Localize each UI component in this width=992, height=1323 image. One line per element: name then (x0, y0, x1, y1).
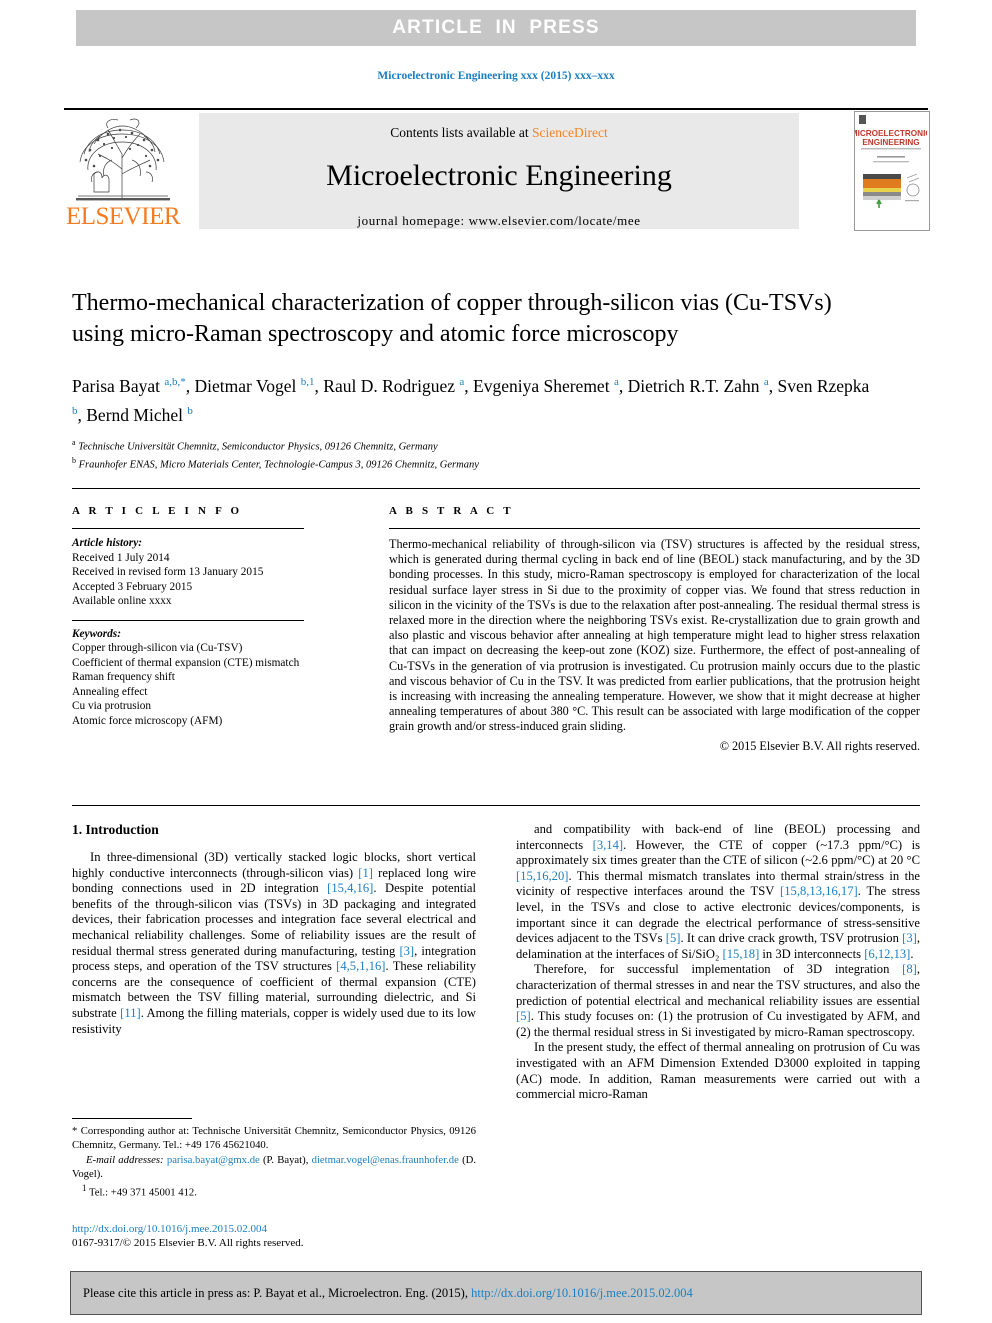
footnote-rule (72, 1118, 192, 1119)
article-info-heading: A R T I C L E I N F O (72, 505, 243, 517)
affiliation-b: b Fraunhofer ENAS, Micro Materials Cente… (72, 455, 479, 471)
email-link-1[interactable]: parisa.bayat@gmx.de (167, 1154, 260, 1166)
elsevier-wordmark: ELSEVIER (65, 203, 181, 230)
keyword-item: Coefficient of thermal expansion (CTE) m… (72, 656, 300, 669)
corresponding-author-note: * Corresponding author at: Technische Un… (72, 1125, 476, 1151)
svg-text:MICROELECTRONIC: MICROELECTRONIC (855, 129, 927, 138)
history-item: Received 1 July 2014 (72, 551, 170, 564)
keyword-item: Copper through-silicon via (Cu-TSV) (72, 642, 243, 654)
article-in-press-label: ARTICLE IN PRESS (392, 17, 600, 38)
keyword-item: Annealing effect (72, 685, 148, 698)
footer-citation-text: Please cite this article in press as: P.… (71, 1286, 693, 1301)
keyword-item: Atomic force microscopy (AFM) (72, 714, 223, 727)
article-page: ARTICLE IN PRESS Microelectronic Enginee… (0, 0, 992, 1323)
email-owner-1: (P. Bayat), (263, 1154, 309, 1166)
telephone-text: Tel.: +49 371 45001 412. (88, 1186, 197, 1199)
doi-block: http://dx.doi.org/10.1016/j.mee.2015.02.… (72, 1222, 492, 1250)
cover-artwork: MICROELECTRONIC ENGINEERING (855, 112, 929, 228)
affiliation-a: a Technische Universität Chemnitz, Semic… (72, 437, 438, 453)
journal-homepage-line[interactable]: journal homepage: www.elsevier.com/locat… (199, 213, 799, 229)
article-in-press-banner: ARTICLE IN PRESS (76, 10, 916, 46)
paragraph: In the present study, the effect of ther… (516, 1040, 920, 1102)
body-right-column: and compatibility with back-end of line … (516, 822, 920, 1103)
telephone-note: 1 Tel.: +49 371 45001 412. (72, 1182, 476, 1200)
keywords-block: Keywords: Copper through-silicon via (Cu… (72, 627, 304, 729)
footer-citation-bar: Please cite this article in press as: P.… (70, 1271, 922, 1315)
citation-doi-link[interactable]: http://dx.doi.org/10.1016/j.mee.2015.02.… (471, 1286, 693, 1300)
article-history-title: Article history: (72, 537, 142, 549)
info-abstract-region: A R T I C L E I N F O Article history: R… (72, 488, 920, 753)
keywords-title: Keywords: (72, 627, 121, 640)
paragraph: Therefore, for successful implementation… (516, 962, 920, 1039)
title-block: Thermo-mechanical characterization of co… (72, 288, 872, 472)
abstract-copyright: © 2015 Elsevier B.V. All rights reserved… (719, 738, 920, 753)
page-title: Thermo-mechanical characterization of co… (72, 290, 832, 347)
keyword-item: Cu via protrusion (72, 700, 152, 712)
section-heading-introduction: 1. Introduction (72, 822, 159, 837)
journal-cover-thumbnail: MICROELECTRONIC ENGINEERING (854, 111, 930, 231)
contents-prefix: Contents lists available at (390, 125, 532, 140)
svg-text:ENGINEERING: ENGINEERING (862, 138, 919, 147)
doi-link[interactable]: http://dx.doi.org/10.1016/j.mee.2015.02.… (72, 1222, 492, 1236)
abstract-rule (389, 528, 920, 529)
journal-title: Microelectronic Engineering (326, 159, 672, 192)
journal-citation-line: Microelectronic Engineering xxx (2015) x… (377, 70, 615, 82)
issn-copyright: 0167-9317/© 2015 Elsevier B.V. All right… (72, 1237, 304, 1249)
citation-prefix: Please cite this article in press as: P.… (83, 1285, 472, 1300)
paragraph: and compatibility with back-end of line … (516, 822, 920, 961)
article-info-rule (72, 528, 304, 529)
abstract-column: A B S T R A C T Thermo-mechanical reliab… (389, 505, 920, 754)
affiliation-a-text: Technische Universität Chemnitz, Semicon… (78, 441, 438, 453)
paragraph: In three-dimensional (3D) vertically sta… (72, 850, 476, 1036)
article-info-column: A R T I C L E I N F O Article history: R… (72, 505, 304, 728)
body-separator-rule (72, 805, 920, 806)
email-addresses-note: E-mail addresses: parisa.bayat@gmx.de (P… (72, 1154, 476, 1181)
journal-masthead: ELSEVIER Contents lists available at Sci… (64, 108, 930, 232)
article-history-block: Article history: Received 1 July 2014 Re… (72, 536, 304, 609)
affiliation-b-text: Fraunhofer ENAS, Micro Materials Center,… (78, 459, 479, 471)
elsevier-tree-icon (76, 118, 170, 201)
abstract-heading: A B S T R A C T (389, 505, 514, 517)
history-item: Received in revised form 13 January 2015 (72, 566, 264, 578)
history-item: Accepted 3 February 2015 (72, 580, 193, 593)
body-left-column: 1. Introduction In three-dimensional (3D… (72, 822, 476, 1037)
sciencedirect-link[interactable]: ScienceDirect (532, 125, 608, 140)
footnote-marker-1: 1 (82, 1183, 87, 1193)
contents-available-line: Contents lists available at ScienceDirec… (199, 125, 799, 141)
keyword-item: Raman frequency shift (72, 671, 175, 683)
keywords-rule (72, 619, 304, 621)
email-link-2[interactable]: dietmar.vogel@enas.fraunhofer.de (312, 1154, 459, 1166)
author-list: Parisa Bayat a,b,*, Dietmar Vogel b,1, R… (72, 375, 870, 425)
elsevier-logo: ELSEVIER (64, 114, 182, 230)
abstract-text: Thermo-mechanical reliability of through… (389, 537, 920, 734)
history-item: Available online xxxx (72, 595, 172, 607)
footnotes-block: * Corresponding author at: Technische Un… (72, 1118, 476, 1200)
email-label: E-mail addresses: (86, 1154, 164, 1166)
affiliations: a Technische Universität Chemnitz, Semic… (72, 436, 872, 472)
masthead-center-panel: Contents lists available at ScienceDirec… (199, 113, 799, 229)
